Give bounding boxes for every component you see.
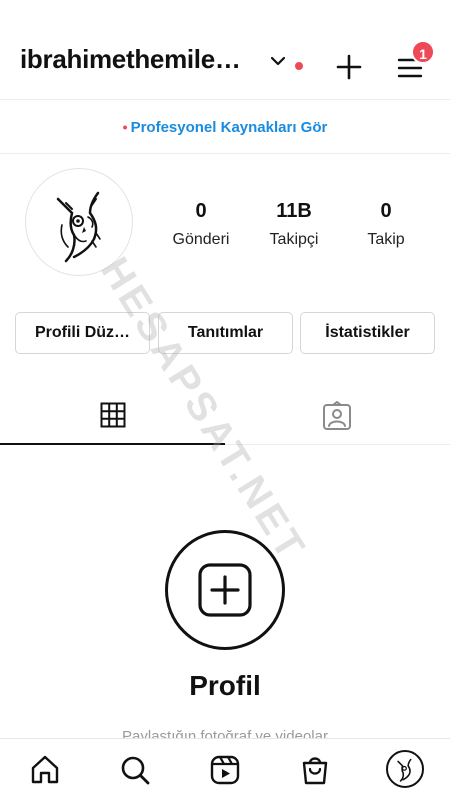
profile-avatar-nav[interactable] bbox=[386, 750, 424, 788]
professional-resources-link[interactable]: • Profesyonel Kaynakları Gör bbox=[0, 101, 450, 154]
posts-label: Gönderi bbox=[172, 231, 230, 248]
following-stat[interactable]: 0 Takip bbox=[341, 200, 431, 249]
owl-logo-icon bbox=[56, 191, 101, 263]
followers-count: 11B bbox=[276, 200, 312, 222]
empty-state-title: Profil bbox=[189, 670, 261, 701]
following-count: 0 bbox=[380, 200, 392, 222]
tagged-icon bbox=[323, 401, 351, 430]
unread-dot bbox=[295, 62, 303, 70]
add-post-icon bbox=[198, 563, 252, 617]
search-icon[interactable] bbox=[118, 753, 152, 787]
profile-tabs bbox=[0, 385, 450, 445]
insights-button[interactable]: İstatistikler bbox=[300, 312, 435, 354]
username-switcher[interactable]: ibrahimethemile… bbox=[20, 44, 241, 75]
edit-profile-button[interactable]: Profili Düz… bbox=[15, 312, 150, 354]
shop-icon[interactable] bbox=[298, 753, 332, 787]
grid-icon bbox=[100, 402, 126, 428]
tab-posts-grid[interactable] bbox=[0, 385, 225, 445]
chevron-down-icon[interactable] bbox=[270, 55, 286, 67]
tab-tagged[interactable] bbox=[225, 385, 450, 445]
bottom-nav bbox=[0, 738, 450, 800]
posts-count: 0 bbox=[195, 200, 207, 222]
professional-resources-label: Profesyonel Kaynakları Gör bbox=[130, 119, 328, 136]
followers-stat[interactable]: 11B Takipçi bbox=[249, 200, 339, 249]
profile-avatar[interactable] bbox=[25, 168, 133, 276]
create-post-button[interactable] bbox=[165, 530, 285, 650]
plus-icon[interactable] bbox=[334, 52, 364, 82]
following-label: Takip bbox=[367, 231, 405, 248]
top-header: ibrahimethemile… 1 bbox=[0, 0, 450, 100]
bullet-dot: • bbox=[122, 119, 128, 135]
owl-logo-icon bbox=[397, 758, 412, 782]
followers-label: Takipçi bbox=[269, 231, 319, 248]
promotions-button[interactable]: Tanıtımlar bbox=[158, 312, 293, 354]
reels-icon[interactable] bbox=[208, 753, 242, 787]
notification-badge: 1 bbox=[411, 40, 435, 64]
home-icon[interactable] bbox=[28, 753, 62, 787]
posts-stat[interactable]: 0 Gönderi bbox=[156, 200, 246, 249]
